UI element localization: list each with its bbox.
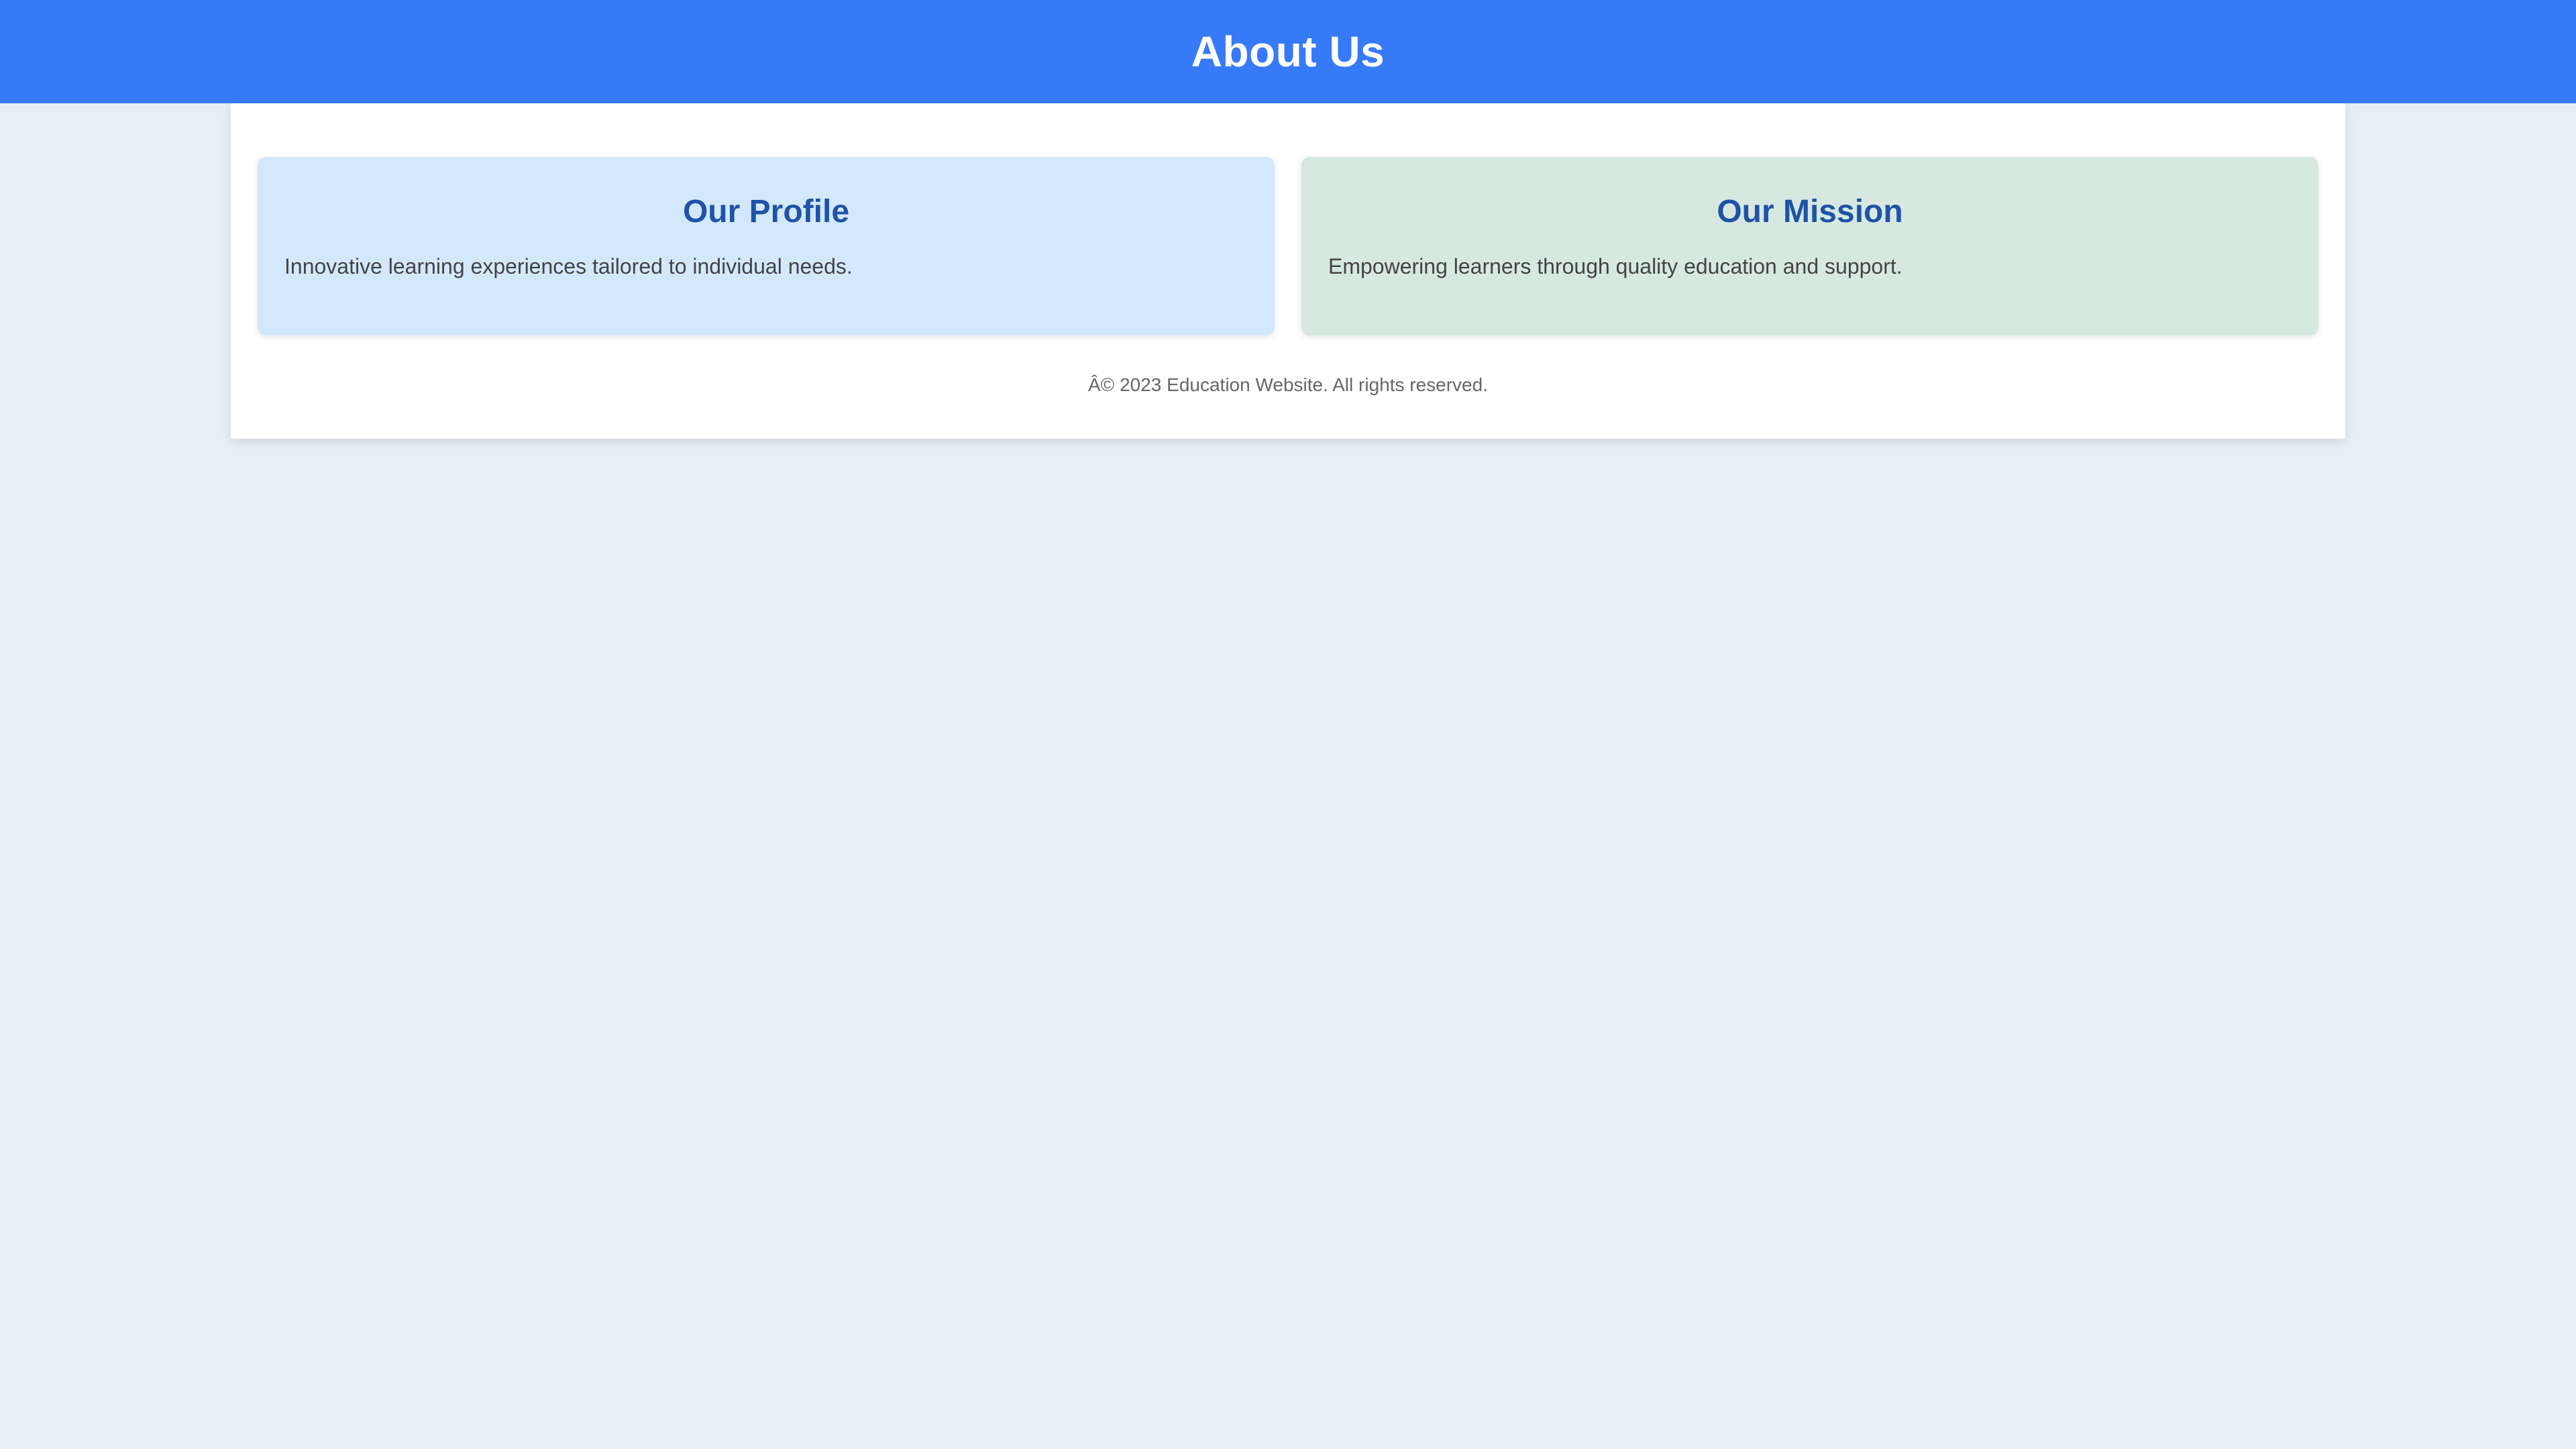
content-container: Our Profile Innovative learning experien… <box>231 103 2345 439</box>
mission-card-title: Our Mission <box>1717 194 1903 229</box>
mission-card: Our Mission Empowering learners through … <box>1301 157 2318 335</box>
page-footer: Â© 2023 Education Website. All rights re… <box>231 374 2345 396</box>
mission-card-text: Empowering learners through quality educ… <box>1328 254 1902 278</box>
profile-card-title: Our Profile <box>682 194 850 229</box>
copyright-text: Â© 2023 Education Website. All rights re… <box>1088 374 1488 395</box>
profile-card-text: Innovative learning experiences tailored… <box>284 254 853 278</box>
page-title: About Us <box>1191 28 1385 76</box>
page-header: About Us <box>0 0 2576 103</box>
profile-card: Our Profile Innovative learning experien… <box>258 157 1275 335</box>
about-cards: Our Profile Innovative learning experien… <box>258 157 2318 335</box>
